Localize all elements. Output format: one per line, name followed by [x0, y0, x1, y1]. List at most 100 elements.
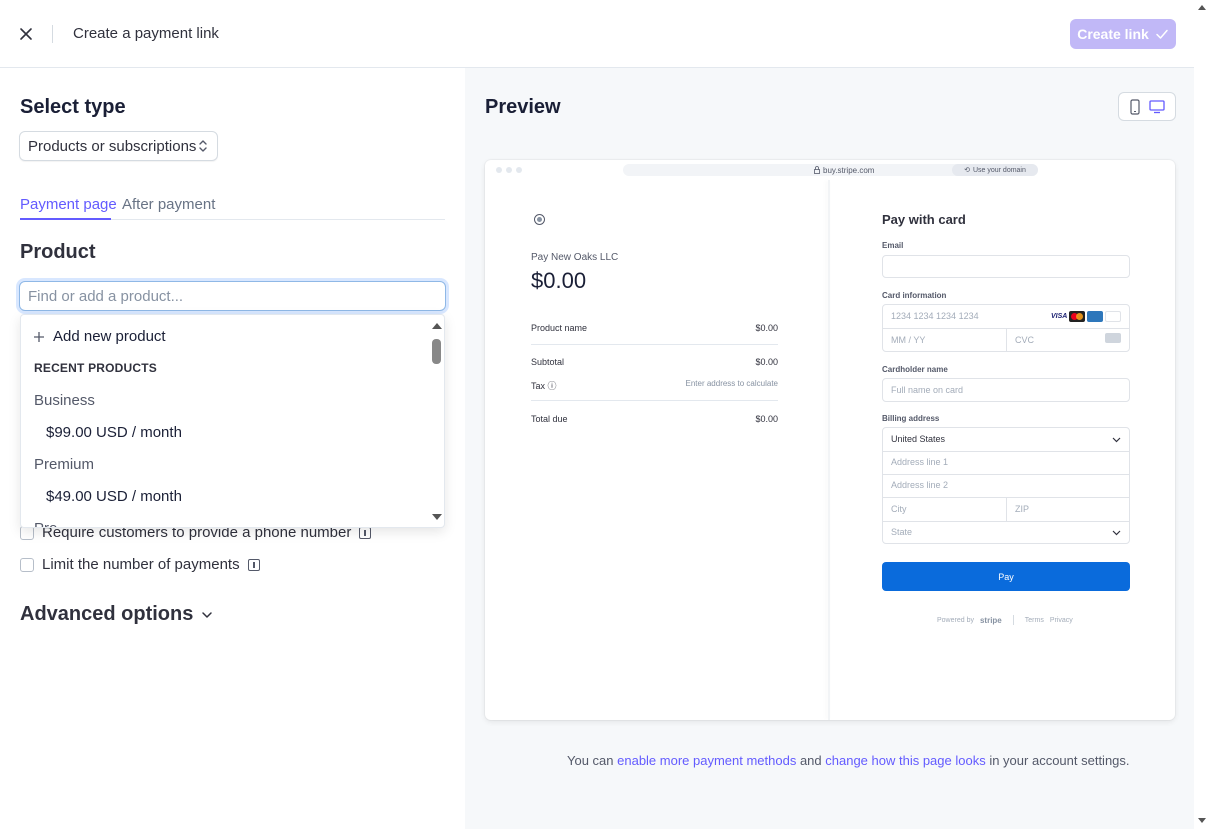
cardholder-field[interactable]: Full name on card [882, 378, 1130, 402]
desktop-icon[interactable] [1148, 99, 1165, 114]
settings-footnote: You can enable more payment methods and … [567, 753, 1130, 768]
info-icon: ⓘ [547, 381, 557, 391]
select-type-heading: Select type [20, 96, 126, 118]
scroll-down-icon[interactable] [432, 514, 442, 520]
scroll-down-icon[interactable] [1198, 818, 1206, 823]
discover-icon [1105, 311, 1121, 322]
create-link-button[interactable]: Create link [1070, 19, 1176, 49]
use-your-domain-pill[interactable]: ⟲ Use your domain [952, 164, 1038, 176]
expiry-field[interactable]: MM / YY [891, 335, 925, 345]
close-icon[interactable] [16, 24, 36, 44]
address-line-1-field[interactable]: Address line 1 [891, 457, 948, 467]
checkout-preview: buy.stripe.com ⟲ Use your domain Pay New… [485, 160, 1175, 720]
page-scrollbar[interactable] [1194, 0, 1210, 829]
limit-payments-checkbox[interactable] [20, 557, 34, 572]
product-name-value: $0.00 [755, 323, 778, 333]
powered-by-footer: Powered by stripe Terms Privacy [937, 615, 1073, 625]
powered-by-label: Powered by [937, 616, 974, 624]
recent-products-label: RECENT PRODUCTS [34, 361, 158, 375]
price-option-premium[interactable]: $49.00 USD / month [46, 488, 182, 505]
cvc-field[interactable]: CVC [1015, 335, 1034, 345]
window-dots [496, 167, 522, 173]
plus-icon [34, 331, 44, 342]
use-your-domain-label: Use your domain [972, 166, 1026, 174]
scroll-up-icon[interactable] [432, 323, 442, 329]
lock-icon [814, 166, 820, 174]
product-name-business: Business [34, 392, 95, 409]
zip-field[interactable]: ZIP [1015, 504, 1029, 514]
total-line: Total due $0.00 [531, 414, 778, 424]
tax-label: Tax ⓘ [531, 381, 557, 391]
merchant-logo-icon [534, 214, 545, 225]
change-page-look-link[interactable]: change how this page looks [825, 753, 985, 768]
advanced-options-label: Advanced options [20, 603, 194, 625]
country-select[interactable]: United States [891, 434, 945, 444]
amount: $0.00 [531, 268, 587, 293]
top-divider [52, 25, 53, 43]
type-select-value: Products or subscriptions [28, 137, 197, 155]
refresh-icon: ⟲ [964, 167, 970, 174]
email-label: Email [882, 241, 904, 250]
divider [531, 344, 778, 345]
privacy-link[interactable]: Privacy [1050, 617, 1073, 624]
card-info-label: Card information [882, 291, 947, 300]
payment-form: Pay with card Email Card information 123… [830, 180, 1175, 720]
visa-icon: VISA [1051, 311, 1068, 322]
subtotal-label: Subtotal [531, 357, 565, 367]
email-field[interactable] [882, 255, 1130, 278]
advanced-options-toggle[interactable]: Advanced options [20, 603, 213, 626]
divider [531, 400, 778, 401]
url-text: buy.stripe.com [823, 166, 875, 175]
stripe-logo: stripe [979, 615, 1002, 625]
tab-payment-page[interactable]: Payment page [20, 196, 117, 213]
total-value: $0.00 [755, 414, 778, 424]
browser-bar: buy.stripe.com ⟲ Use your domain [485, 160, 1175, 180]
scroll-up-icon[interactable] [1198, 5, 1206, 10]
product-heading: Product [20, 241, 96, 263]
product-dropdown: Add new product RECENT PRODUCTS Business… [20, 314, 445, 528]
top-bar: Create a payment link Create link [0, 0, 1194, 68]
info-icon[interactable] [359, 526, 372, 539]
total-label: Total due [531, 414, 568, 424]
preview-panel: Preview buy.stripe.com ⟲ Use your domain… [465, 68, 1194, 829]
dropdown-scrollbar[interactable] [429, 315, 444, 527]
cardholder-label: Cardholder name [882, 365, 948, 374]
pay-button[interactable]: Pay [882, 562, 1130, 591]
amex-icon [1087, 311, 1103, 322]
pay-with-card-title: Pay with card [882, 212, 966, 227]
cardholder-placeholder: Full name on card [891, 385, 964, 395]
product-name-pro: Pro [34, 520, 57, 527]
mobile-icon[interactable] [1129, 98, 1140, 115]
tax-value: Enter address to calculate [685, 379, 779, 388]
product-search-input[interactable] [19, 281, 446, 311]
state-select[interactable]: State [891, 527, 912, 537]
updown-chevron-icon [199, 140, 207, 152]
add-new-product-label: Add new product [53, 328, 166, 345]
chevron-down-icon [1112, 437, 1121, 443]
address-line-2-field[interactable]: Address line 2 [891, 480, 948, 490]
device-toggle [1118, 92, 1176, 121]
card-number-field[interactable]: 1234 1234 1234 1234 [891, 311, 979, 321]
page-title: Create a payment link [73, 25, 219, 42]
tab-bar: Payment page After payment [20, 186, 445, 220]
billing-address-label: Billing address [882, 414, 940, 423]
info-icon[interactable] [247, 558, 260, 571]
chevron-down-icon [1112, 530, 1121, 536]
active-tab-indicator [20, 218, 111, 220]
terms-link[interactable]: Terms [1025, 617, 1044, 624]
limit-payments-label: Limit the number of payments [42, 556, 240, 573]
city-field[interactable]: City [891, 504, 907, 514]
type-select[interactable]: Products or subscriptions [19, 131, 218, 161]
footer-divider [1012, 615, 1014, 625]
price-option-business[interactable]: $99.00 USD / month [46, 424, 182, 441]
product-line: Product name $0.00 [531, 323, 778, 333]
card-info-group: 1234 1234 1234 1234 VISA MM / YY CVC [882, 304, 1130, 352]
order-summary: Pay New Oaks LLC $0.00 Product name $0.0… [485, 180, 828, 720]
mastercard-icon [1069, 311, 1085, 322]
settings-panel: Select type Products or subscriptions Pa… [0, 68, 465, 829]
enable-payment-methods-link[interactable]: enable more payment methods [617, 753, 796, 768]
subtotal-line: Subtotal $0.00 [531, 357, 778, 367]
tab-after-payment[interactable]: After payment [122, 196, 215, 213]
scroll-thumb[interactable] [432, 339, 441, 364]
add-new-product-option[interactable]: Add new product [33, 328, 166, 345]
